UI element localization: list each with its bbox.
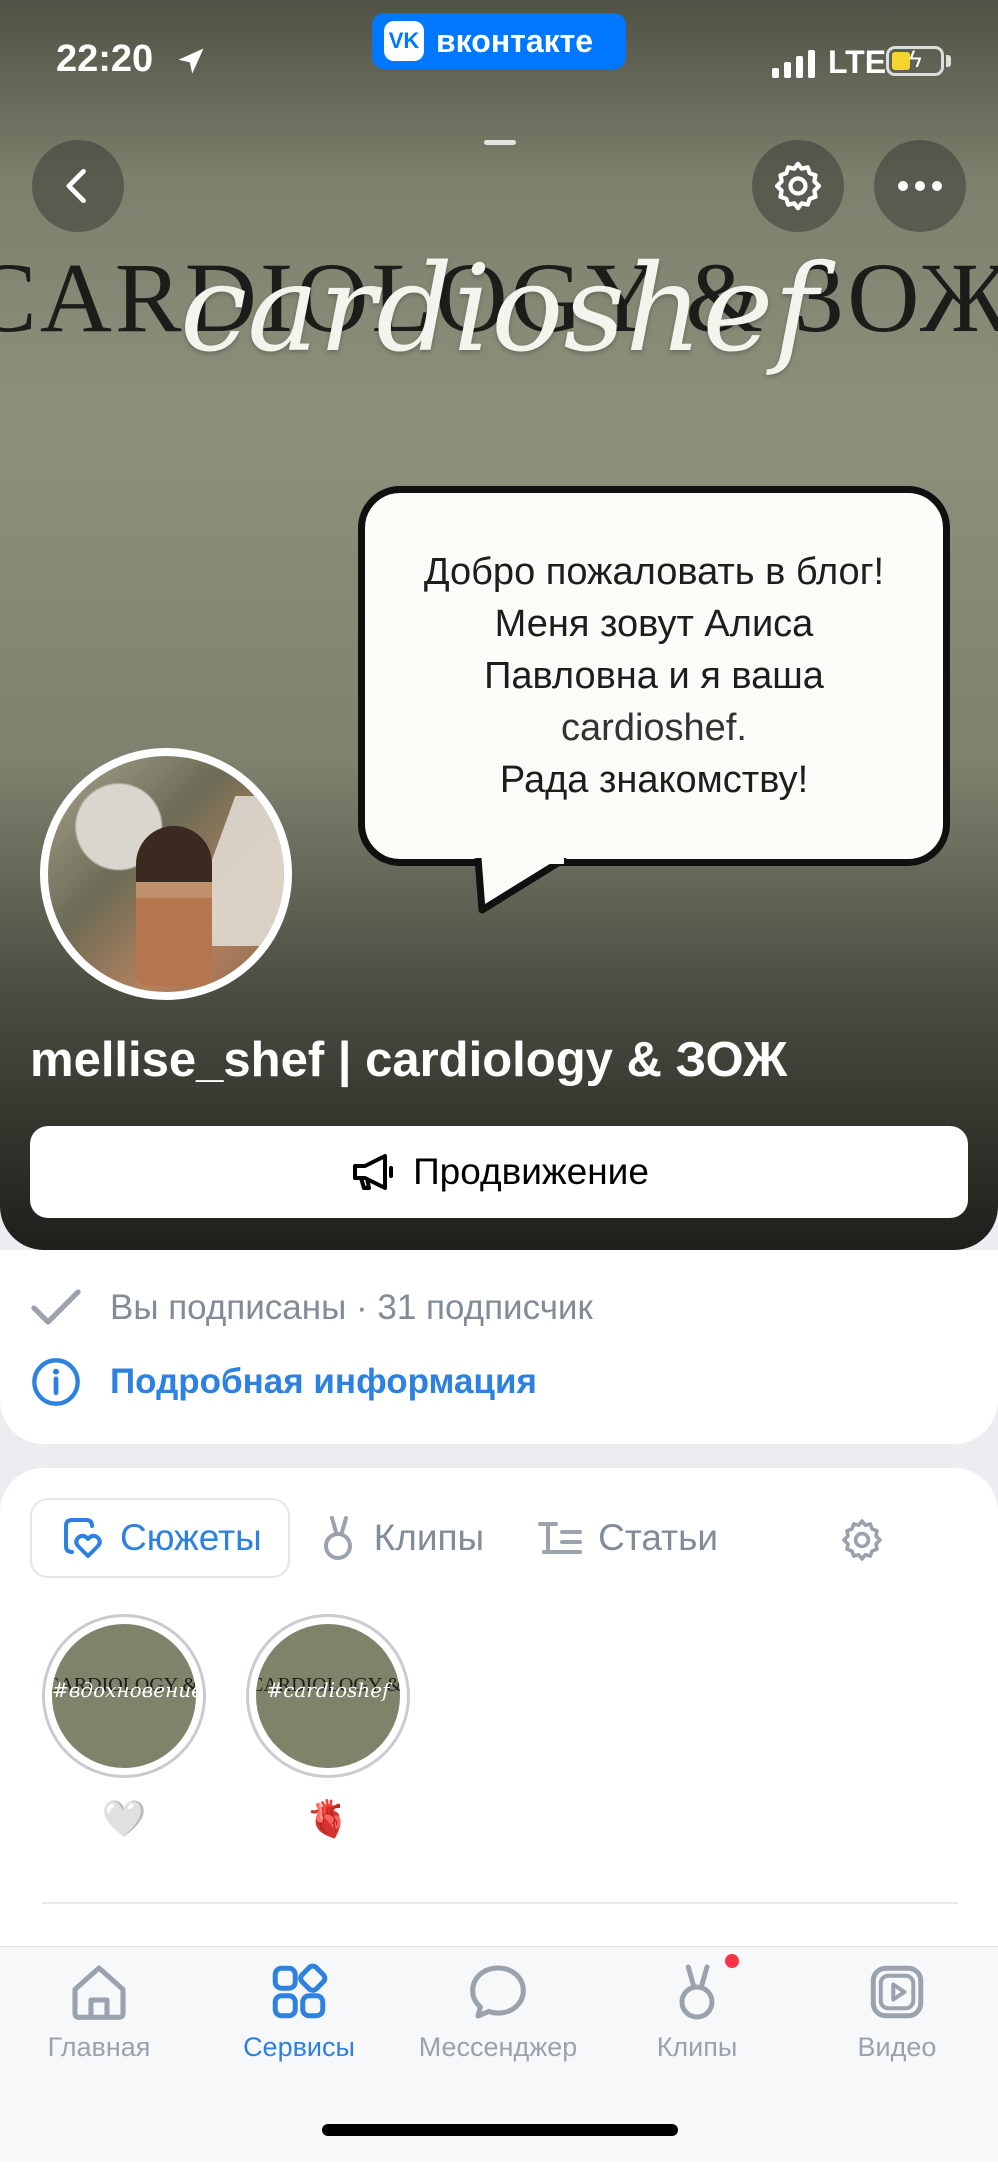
story-ring: CARDIOLOGY & ЗОЖ #вдохновение bbox=[42, 1614, 206, 1778]
story-emoji: 🤍 bbox=[101, 1798, 147, 1839]
battery-tip bbox=[946, 55, 951, 67]
more-button[interactable] bbox=[874, 140, 966, 232]
nav-services-label: Сервисы bbox=[243, 2032, 355, 2062]
tabs-settings-button[interactable] bbox=[838, 1516, 886, 1569]
subscription-text: Вы подписаны · 31 подписчик bbox=[110, 1288, 593, 1328]
story-thumb-script: #вдохновение bbox=[52, 1678, 196, 1702]
gear-icon bbox=[842, 1519, 882, 1561]
story-thumb-script: #cardioshef bbox=[266, 1678, 390, 1702]
gear-icon bbox=[774, 161, 822, 211]
notification-dot bbox=[725, 1954, 739, 1968]
megaphone-icon bbox=[353, 1154, 394, 1190]
separator: · bbox=[346, 1288, 378, 1327]
content-tabs: Сюжеты Клипы Статьи bbox=[30, 1498, 744, 1578]
heart-story-icon bbox=[64, 1518, 102, 1558]
tab-articles[interactable]: Статьи bbox=[510, 1498, 744, 1578]
clips-icon bbox=[323, 1516, 352, 1560]
story-ring: CARDIOLOGY & ЗОЖ #cardioshef bbox=[246, 1614, 410, 1778]
battery-icon: ϟ bbox=[886, 46, 944, 76]
tab-clips[interactable]: Клипы bbox=[290, 1498, 510, 1578]
tab-stories-label: Сюжеты bbox=[120, 1517, 262, 1558]
articles-icon bbox=[538, 1522, 583, 1554]
bubble-line: Добро пожаловать в блог! bbox=[423, 551, 885, 593]
details-link[interactable]: Подробная информация bbox=[30, 1356, 537, 1408]
vk-app-badge[interactable]: VK вконтакте bbox=[372, 13, 626, 69]
services-icon bbox=[272, 1963, 328, 2019]
bubble-line: Рада знакомству! bbox=[499, 759, 809, 801]
checkmark-icon bbox=[31, 1289, 81, 1325]
group-avatar[interactable] bbox=[40, 748, 292, 1000]
nav-video[interactable]: Видео bbox=[802, 1962, 992, 2063]
subscribed-text: Вы подписаны bbox=[110, 1288, 347, 1327]
promotion-button[interactable]: Продвижение bbox=[30, 1126, 968, 1218]
story-item[interactable]: CARDIOLOGY & ЗОЖ #cardioshef 🫀 bbox=[246, 1614, 410, 1842]
clips-icon bbox=[679, 1964, 715, 2020]
back-button[interactable] bbox=[32, 140, 124, 232]
nav-services[interactable]: Сервисы bbox=[204, 1962, 394, 2063]
bubble-line: Павловна и я ваша bbox=[484, 655, 824, 697]
story-thumbnail: CARDIOLOGY & ЗОЖ #cardioshef bbox=[256, 1624, 400, 1768]
nav-clips-label: Клипы bbox=[656, 2032, 738, 2062]
subscriber-count: 31 подписчик bbox=[377, 1288, 593, 1327]
chevron-left-icon bbox=[66, 168, 86, 204]
video-icon bbox=[870, 1965, 924, 2019]
location-arrow-icon bbox=[178, 48, 204, 74]
tab-articles-label: Статьи bbox=[598, 1517, 719, 1558]
settings-button[interactable] bbox=[752, 140, 844, 232]
nav-clips[interactable]: Клипы bbox=[602, 1962, 792, 2063]
bubble-line: cardioshef. bbox=[561, 707, 747, 749]
subscription-status[interactable]: Вы подписаны · 31 подписчик bbox=[30, 1288, 593, 1328]
nav-messenger[interactable]: Мессенджер bbox=[403, 1962, 593, 2063]
network-type: LTE bbox=[828, 44, 887, 80]
vk-app-label: вконтакте bbox=[436, 22, 594, 59]
story-thumbnail: CARDIOLOGY & ЗОЖ #вдохновение bbox=[52, 1624, 196, 1768]
status-time: 22:20 bbox=[56, 38, 154, 80]
nav-messenger-label: Мессенджер bbox=[418, 2032, 578, 2062]
nav-home[interactable]: Главная bbox=[4, 1962, 194, 2063]
info-circle-icon bbox=[32, 1358, 80, 1406]
signal-icon bbox=[772, 50, 815, 78]
cover-speech-bubble: Добро пожаловать в блог! Меня зовут Алис… bbox=[358, 486, 950, 866]
vk-logo-icon: VK bbox=[384, 21, 424, 61]
bubble-tail bbox=[474, 858, 568, 914]
story-item[interactable]: CARDIOLOGY & ЗОЖ #вдохновение 🤍 bbox=[42, 1614, 206, 1842]
cover-page-indicator bbox=[484, 140, 516, 145]
details-link-label: Подробная информация bbox=[110, 1362, 537, 1401]
home-icon bbox=[72, 1965, 126, 2020]
messenger-icon bbox=[470, 1965, 526, 2019]
story-emoji: 🫀 bbox=[305, 1798, 351, 1839]
group-info-card bbox=[0, 1250, 998, 1444]
section-divider bbox=[42, 1902, 958, 1904]
home-indicator bbox=[322, 2124, 678, 2136]
cover-script-logo: cardioshef bbox=[180, 240, 818, 379]
tab-stories[interactable]: Сюжеты bbox=[30, 1498, 290, 1578]
bubble-line: Меня зовут Алиса bbox=[494, 603, 814, 645]
nav-video-label: Видео bbox=[857, 2032, 937, 2062]
more-horizontal-icon bbox=[898, 181, 942, 191]
promotion-label: Продвижение bbox=[413, 1151, 649, 1192]
tab-clips-label: Клипы bbox=[373, 1517, 485, 1558]
group-name: mellise_shef | cardiology & ЗОЖ bbox=[30, 1033, 788, 1087]
nav-home-label: Главная bbox=[47, 2032, 151, 2062]
